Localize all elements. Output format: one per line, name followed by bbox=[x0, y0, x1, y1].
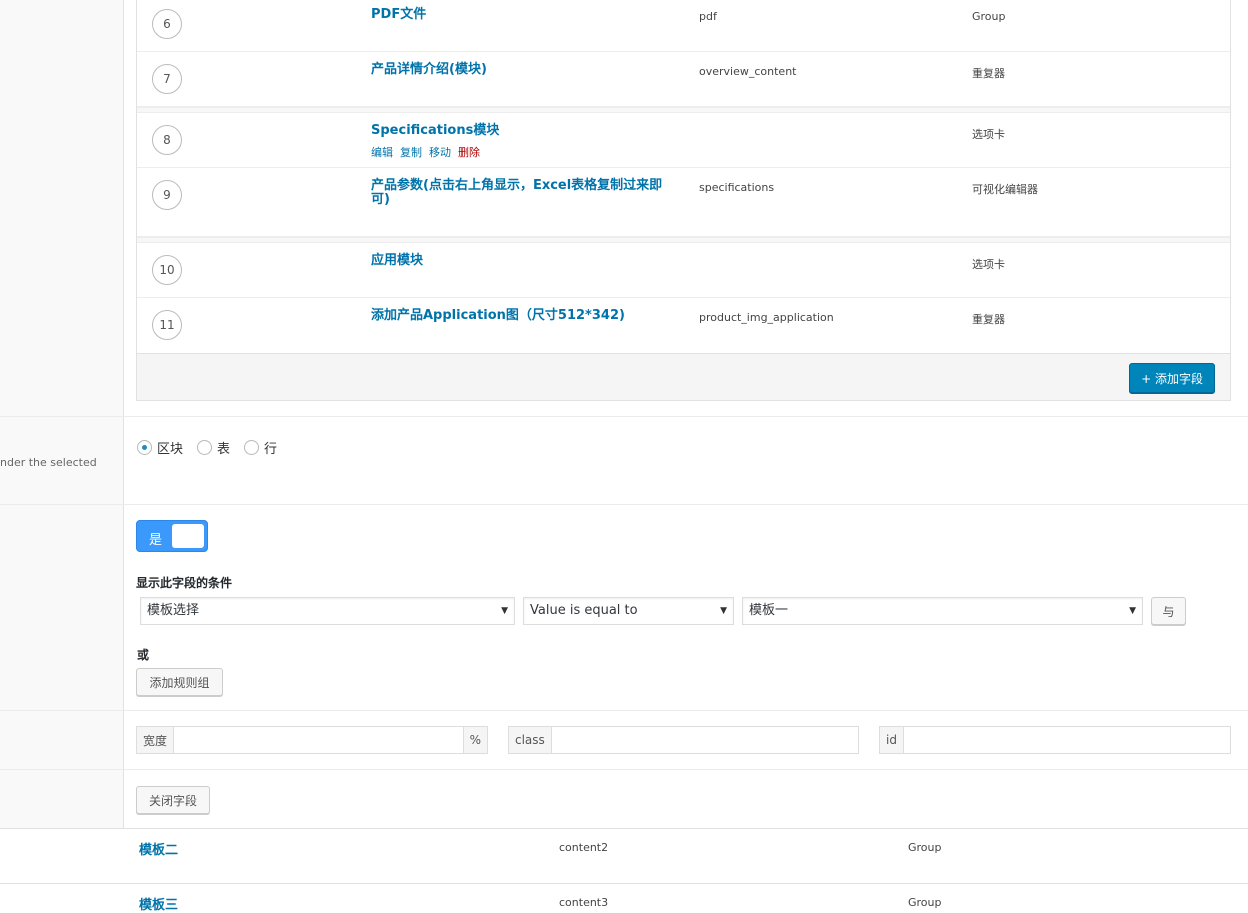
order-number[interactable]: 8 bbox=[152, 125, 182, 155]
subfields-table: 6 PDF文件 pdf Group 7 产品详情介绍(模块) overview_… bbox=[136, 0, 1231, 401]
order-number[interactable]: 7 bbox=[152, 64, 182, 94]
subfield-name: specifications bbox=[699, 181, 775, 194]
subfield-row[interactable]: 9 产品参数(点击右上角显示，Excel表格复制过来即可) specificat… bbox=[137, 168, 1230, 237]
field-label[interactable]: 模板三 bbox=[139, 894, 178, 913]
settings-divider bbox=[0, 710, 1248, 711]
layout-option-row[interactable]: 行 bbox=[244, 438, 277, 457]
field-row[interactable]: 模板二 content2 Group bbox=[0, 828, 1248, 883]
subfield-row[interactable]: 11 添加产品Application图（尺寸512*342) product_i… bbox=[137, 298, 1230, 353]
settings-divider bbox=[0, 504, 1248, 505]
subfield-label[interactable]: 产品参数(点击右上角显示，Excel表格复制过来即可) bbox=[371, 179, 681, 207]
toggle-knob bbox=[172, 524, 204, 548]
subfield-type: 重复器 bbox=[972, 67, 1005, 80]
rule-value-select[interactable]: 模板一 ▼ bbox=[742, 597, 1143, 625]
subfield-label[interactable]: 添加产品Application图（尺寸512*342) bbox=[371, 309, 691, 323]
dropdown-arrow-icon: ▼ bbox=[720, 606, 727, 616]
width-unit-append: % bbox=[462, 727, 487, 753]
move-link[interactable]: 移动 bbox=[429, 146, 451, 159]
subfield-type: 重复器 bbox=[972, 313, 1005, 326]
wrapper-class-group: class bbox=[508, 726, 859, 754]
field-row[interactable]: 模板三 content3 Group bbox=[0, 883, 1248, 913]
close-field-button[interactable]: 关闭字段 bbox=[136, 786, 210, 814]
field-name: content3 bbox=[559, 896, 609, 909]
acf-field-editor: nder the selected 6 PDF文件 pdf Group 7 产品… bbox=[0, 0, 1248, 913]
conditional-logic-toggle[interactable]: 是 bbox=[136, 520, 208, 552]
subfield-row[interactable]: 8 Specifications模块 编辑 复制 移动 删除 选项卡 bbox=[137, 113, 1230, 168]
add-rule-group-button[interactable]: 添加规则组 bbox=[136, 668, 223, 696]
settings-divider bbox=[0, 769, 1248, 770]
subfield-row[interactable]: 10 应用模块 选项卡 bbox=[137, 243, 1230, 298]
radio-button[interactable] bbox=[244, 440, 260, 455]
settings-divider bbox=[0, 416, 1248, 417]
radio-label: 区块 bbox=[157, 442, 184, 457]
order-number[interactable]: 6 bbox=[152, 9, 182, 39]
subfield-name: overview_content bbox=[699, 65, 797, 78]
class-prepend: class bbox=[509, 727, 552, 753]
subfield-name: pdf bbox=[699, 10, 717, 23]
row-actions: 编辑 复制 移动 删除 bbox=[371, 144, 487, 160]
delete-link[interactable]: 删除 bbox=[458, 146, 480, 159]
id-prepend: id bbox=[880, 727, 904, 753]
subfield-label[interactable]: PDF文件 bbox=[371, 8, 671, 22]
wrapper-id-group: id bbox=[879, 726, 1231, 754]
edit-link[interactable]: 编辑 bbox=[371, 146, 393, 159]
add-and-rule-button[interactable]: 与 bbox=[1151, 597, 1186, 625]
subfield-row[interactable]: 7 产品详情介绍(模块) overview_content 重复器 bbox=[137, 52, 1230, 107]
subfield-type: Group bbox=[972, 10, 1006, 23]
radio-button[interactable] bbox=[137, 440, 152, 455]
dropdown-arrow-icon: ▼ bbox=[1129, 606, 1136, 616]
rule-operator-select[interactable]: Value is equal to ▼ bbox=[523, 597, 734, 625]
radio-button[interactable] bbox=[197, 440, 213, 455]
subfield-label[interactable]: Specifications模块 bbox=[371, 124, 671, 138]
settings-label-column: nder the selected bbox=[0, 0, 124, 913]
layout-option-table[interactable]: 表 bbox=[197, 438, 230, 457]
subfield-type: 选项卡 bbox=[972, 128, 1005, 141]
wrapper-width-input[interactable] bbox=[174, 727, 463, 753]
radio-label: 表 bbox=[217, 442, 231, 457]
layout-option-block[interactable]: 区块 bbox=[137, 438, 183, 457]
order-number[interactable]: 10 bbox=[152, 255, 182, 285]
wrapper-id-input[interactable] bbox=[904, 727, 1230, 753]
layout-instruction-text: nder the selected bbox=[0, 456, 97, 469]
wrapper-width-group: 宽度 % bbox=[136, 726, 488, 754]
field-type: Group bbox=[908, 841, 942, 854]
or-label: 或 bbox=[137, 648, 150, 662]
subfields-footer: + 添加字段 bbox=[137, 353, 1230, 400]
rule-field-select[interactable]: 模板选择 ▼ bbox=[140, 597, 515, 625]
copy-link[interactable]: 复制 bbox=[400, 146, 422, 159]
wrapper-class-input[interactable] bbox=[552, 727, 858, 753]
radio-label: 行 bbox=[264, 442, 278, 457]
subfield-type: 选项卡 bbox=[972, 258, 1005, 271]
toggle-on-label: 是 bbox=[149, 533, 163, 548]
subfield-name: product_img_application bbox=[699, 311, 834, 324]
subfield-row[interactable]: 6 PDF文件 pdf Group bbox=[137, 0, 1230, 52]
layout-radio-group: 区块 表 行 bbox=[137, 438, 291, 457]
order-number[interactable]: 11 bbox=[152, 310, 182, 340]
order-number[interactable]: 9 bbox=[152, 180, 182, 210]
rule-value-value: 模板一 bbox=[749, 603, 789, 618]
rule-operator-value: Value is equal to bbox=[530, 603, 638, 618]
subfield-type: 可视化编辑器 bbox=[972, 183, 1038, 196]
conditional-title: 显示此字段的条件 bbox=[136, 576, 233, 590]
width-prepend: 宽度 bbox=[137, 727, 175, 753]
rule-field-value: 模板选择 bbox=[147, 603, 200, 618]
field-type: Group bbox=[908, 896, 942, 909]
subfield-label[interactable]: 产品详情介绍(模块) bbox=[371, 63, 671, 77]
field-label[interactable]: 模板二 bbox=[139, 839, 178, 858]
field-name: content2 bbox=[559, 841, 609, 854]
subfield-label[interactable]: 应用模块 bbox=[371, 254, 671, 268]
dropdown-arrow-icon: ▼ bbox=[501, 606, 508, 616]
add-field-button[interactable]: + 添加字段 bbox=[1129, 363, 1215, 393]
